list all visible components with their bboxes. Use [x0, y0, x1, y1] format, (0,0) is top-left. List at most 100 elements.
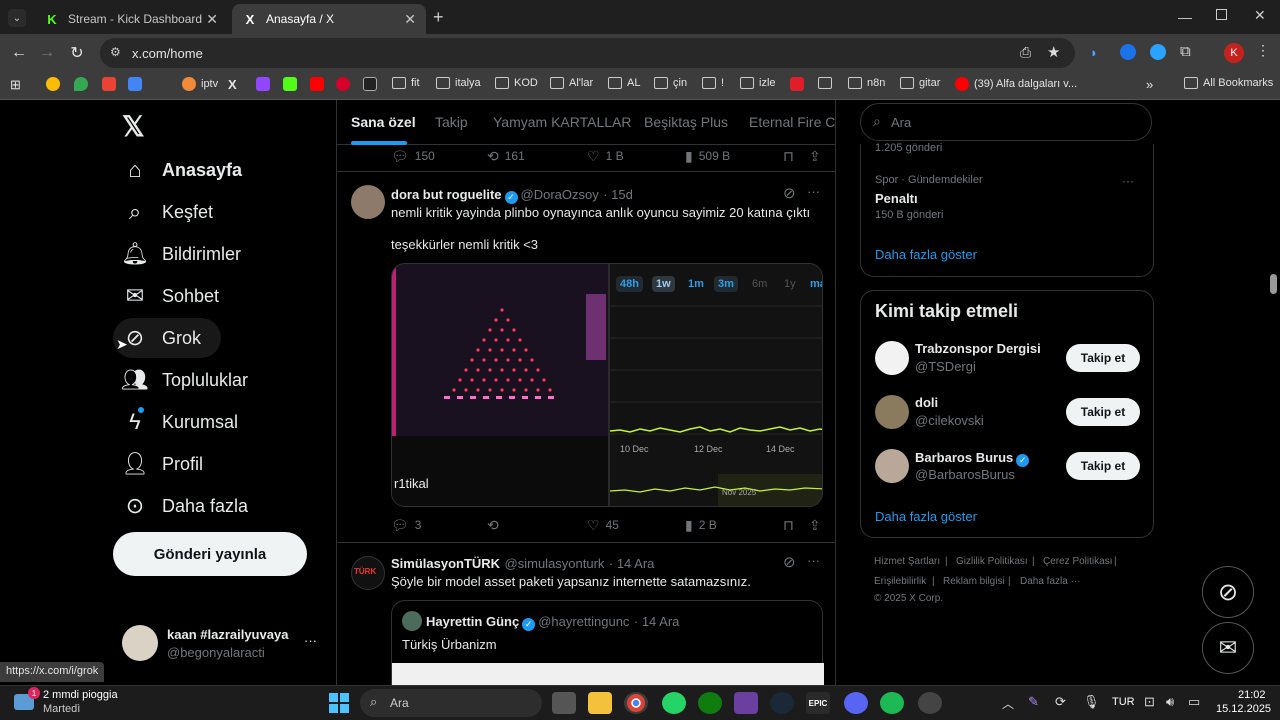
profile-avatar[interactable]: K [1224, 43, 1244, 63]
trend-item[interactable]: Spor · Gündemdekiler Penaltı 150 B gönde… [860, 168, 1154, 228]
show-more-suggestions[interactable]: Daha fazla göster [875, 509, 977, 524]
bookmark-folder-izle[interactable]: izle [740, 77, 776, 89]
show-more-trends[interactable]: Daha fazla göster [875, 247, 977, 262]
new-tab-button[interactable]: + [433, 7, 444, 28]
back-button[interactable]: ← [8, 42, 30, 64]
tweet-time[interactable]: · 15d [603, 187, 633, 202]
pen-icon[interactable]: ✎ [1028, 694, 1039, 710]
tab-kick[interactable]: K Stream - Kick Dashboard ✕ [34, 4, 228, 34]
install-app-icon[interactable]: ⎙ [1020, 44, 1031, 61]
follow-button[interactable]: Takip et [1066, 452, 1140, 480]
avatar[interactable] [875, 449, 909, 483]
tab-following[interactable]: Takip [435, 114, 468, 130]
tweet[interactable]: TÜRK SimülasyonTÜRK @simulasyonturk · 14… [337, 544, 835, 685]
nav-notifications[interactable]: 🔔︎ Bildirimler [121, 234, 241, 274]
whatsapp-icon[interactable] [662, 692, 686, 714]
extension-play-icon[interactable] [1150, 44, 1166, 60]
footer-accessibility[interactable]: Erişilebilirlik [874, 576, 926, 587]
xbox-icon[interactable] [698, 692, 722, 714]
nav-more[interactable]: ⊙ Daha fazla [122, 486, 248, 526]
views-button[interactable]: ▮ 509 B [685, 148, 730, 165]
file-explorer-icon[interactable] [588, 692, 612, 714]
grok-explain-icon[interactable]: ⊘ [783, 553, 796, 571]
bookmark-translate-icon[interactable] [128, 77, 147, 91]
bookmark-youtube-icon[interactable] [310, 77, 329, 91]
nav-chat[interactable]: ✉ Sohbet [122, 276, 219, 316]
tweet-time[interactable]: · 14 Ara [609, 556, 655, 571]
chrome-icon[interactable] [624, 692, 648, 714]
post-button[interactable]: Gönderi yayınla [113, 532, 307, 576]
tray-overflow-icon[interactable]: ︿ [1002, 695, 1014, 712]
windows-start-icon[interactable] [327, 692, 351, 714]
follow-button[interactable]: Takip et [1066, 344, 1140, 372]
range-1y[interactable]: 1y [780, 276, 800, 292]
repost-button[interactable]: ⟲ 161 [487, 148, 525, 165]
bookmark-folder-excl[interactable]: ! [702, 77, 724, 89]
clock-time[interactable]: 21:02 [1238, 689, 1266, 701]
address-bar[interactable]: ⚙ x.com/home ⎙ ★ [100, 38, 1075, 68]
tweet-media[interactable]: r1tikal 48h 1w 1m 3m 6m 1y max [391, 263, 823, 507]
apps-icon[interactable]: ⊞ [10, 77, 21, 93]
tweet-more-icon[interactable]: ··· [807, 184, 820, 199]
taskbar-search[interactable]: ⌕ Ara [360, 689, 542, 717]
bookmark-folder-italya[interactable]: italya [436, 77, 481, 89]
tab-x[interactable]: X Anasayfa / X ✕ [232, 4, 426, 34]
bookmark-star-icon[interactable]: ★ [1047, 43, 1060, 61]
account-menu-icon[interactable]: ··· [304, 633, 317, 648]
search-input[interactable]: ⌕ Ara [860, 103, 1152, 141]
follow-suggestion[interactable]: Trabzonspor Dergisi @TSDergi Takip et [861, 335, 1155, 387]
extension-shazam-icon[interactable] [1120, 44, 1136, 60]
avatar[interactable]: TÜRK [351, 556, 385, 590]
quote-media[interactable] [392, 663, 824, 685]
extensions-icon[interactable]: ⧉ [1180, 43, 1191, 60]
weather-text[interactable]: 2 mmdi pioggia [43, 689, 118, 701]
follow-suggestion[interactable]: Barbaros Burus ✓ @BarbarosBurus Takip et [861, 443, 1155, 495]
battery-icon[interactable]: ▭ [1188, 694, 1200, 710]
avatar[interactable] [875, 341, 909, 375]
reload-button[interactable]: ↻ [66, 42, 88, 64]
bookmark-kick-icon[interactable] [283, 77, 302, 91]
tweet[interactable]: dora but roguelite ✓ @DoraOzsoy · 15d ⊘ ··… [337, 173, 835, 543]
bookmark-folder-n8n[interactable]: n8n [848, 77, 885, 89]
minimize-button[interactable]: — [1178, 9, 1192, 25]
like-button[interactable]: ♡ 45 [587, 517, 619, 534]
repost-button[interactable]: ⟲ [487, 517, 505, 534]
bookmarks-overflow[interactable]: » [1146, 77, 1153, 92]
bookmark-red-icon[interactable] [336, 77, 355, 91]
nav-grok[interactable]: ⊘ Grok [122, 318, 201, 358]
close-icon[interactable]: ✕ [404, 11, 416, 28]
grok-explain-icon[interactable]: ⊘ [783, 184, 796, 202]
bookmark-pinwheel-icon[interactable] [46, 77, 65, 91]
nav-explore[interactable]: ⌕ Keşfet [122, 192, 213, 232]
app-icon[interactable] [734, 692, 758, 714]
bookmark-gmail-icon[interactable] [102, 77, 121, 91]
bookmark-folder-al[interactable]: AL [608, 77, 640, 89]
avatar[interactable] [875, 395, 909, 429]
grok-floating-button[interactable]: ⊘ [1202, 566, 1254, 618]
tab-list-eternal[interactable]: Eternal Fire Co [749, 114, 835, 130]
range-6m[interactable]: 6m [748, 276, 771, 292]
tab-for-you[interactable]: Sana özel [351, 114, 416, 130]
extension-audio-icon[interactable]: ◗ [1090, 45, 1104, 60]
bookmark-folder-gitar[interactable]: gitar [900, 77, 940, 89]
bookmark-folder-allar[interactable]: Al'lar [550, 77, 593, 89]
steam-icon[interactable] [770, 692, 794, 714]
reply-button[interactable]: 💬︎ 3 [391, 517, 421, 534]
tweet-author-name[interactable]: dora but roguelite [391, 187, 502, 202]
quote-tweet[interactable]: Hayrettin Günç ✓ @hayrettingunc · 14 Ara T… [391, 600, 824, 685]
volume-icon[interactable]: 🔊︎ [1166, 694, 1174, 710]
microphone-icon[interactable]: 🎙︎ [1083, 694, 1100, 710]
spotify-icon[interactable] [880, 692, 904, 714]
tab-search-button[interactable]: ⌄ [8, 9, 26, 27]
clock-date[interactable]: 15.12.2025 [1216, 703, 1271, 715]
footer-privacy[interactable]: Gizlilik Politikası [956, 556, 1028, 567]
footer-cookies[interactable]: Çerez Politikası [1043, 556, 1112, 567]
menu-icon[interactable]: ⋮ [1256, 42, 1270, 59]
tweet-author-handle[interactable]: @simulasyonturk [505, 556, 605, 571]
scrollbar-thumb[interactable] [1270, 274, 1277, 294]
bookmark-youtube-alfa[interactable]: (39) Alfa dalgaları v... [955, 77, 1077, 91]
close-window-button[interactable]: ✕ [1254, 7, 1266, 24]
bookmark-twitch-icon[interactable] [256, 77, 275, 91]
language-indicator[interactable]: TUR [1112, 696, 1135, 708]
bookmark-folder-fit[interactable]: fit [392, 77, 420, 89]
